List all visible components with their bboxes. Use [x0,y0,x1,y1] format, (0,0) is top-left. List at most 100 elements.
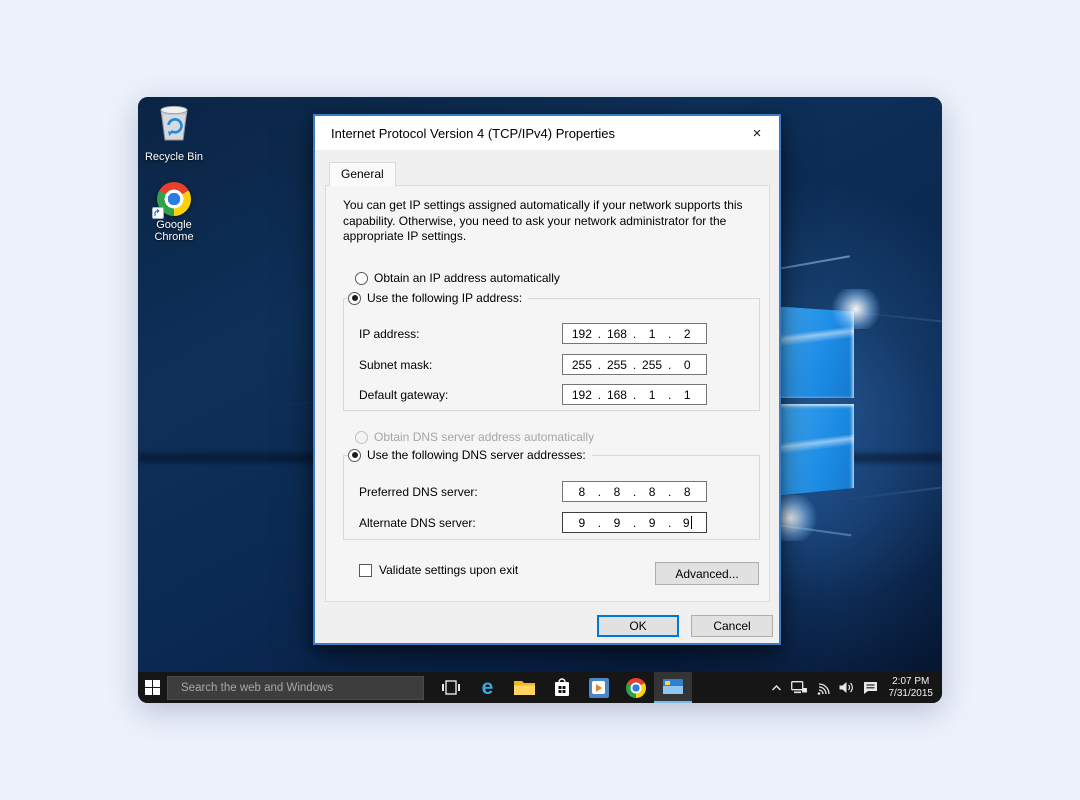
ip-octet: 8 [613,484,621,499]
default-gateway-input[interactable]: 192. 168. 1. 1 [562,384,707,405]
ip-octet: 8 [578,484,586,499]
ip-octet: 9 [648,515,656,530]
ip-octet: 2 [683,326,691,341]
field-label: IP address: [359,326,420,341]
store-button[interactable] [543,672,580,703]
close-icon: × [752,125,762,142]
subnet-mask-input[interactable]: 255. 255. 255. 0 [562,354,707,375]
desktop-icon-label: Google Chrome [154,219,194,243]
movies-tv-icon [588,677,609,698]
windows-logo-icon [145,680,160,695]
chrome-taskbar-button[interactable] [617,672,654,703]
recycle-bin-icon [142,101,206,148]
field-row: Default gateway: 192. 168. 1. 1 [359,384,707,405]
chrome-icon [625,677,646,698]
clock-time: 2:07 PM [892,676,930,687]
radio-use-ip[interactable]: Use the following IP address: [348,291,529,305]
desktop-icon-recycle-bin[interactable]: Recycle Bin [142,101,206,163]
hidden-icons-chevron[interactable] [771,683,782,693]
radio-label: Obtain DNS server address automatically [374,430,595,444]
action-center-button[interactable] [863,681,878,695]
field-label: Preferred DNS server: [359,484,478,499]
preferred-dns-input[interactable]: 8. 8. 8. 8 [562,481,707,502]
dialog-titlebar[interactable]: Internet Protocol Version 4 (TCP/IPv4) P… [315,116,779,150]
field-row: IP address: 192. 168. 1. 2 [359,323,707,344]
cancel-button[interactable]: Cancel [691,615,773,637]
dialog-title: Internet Protocol Version 4 (TCP/IPv4) P… [331,125,615,141]
tab-general[interactable]: General [329,162,396,186]
wifi-status[interactable] [816,681,830,695]
field-label: Subnet mask: [359,357,433,372]
radio-obtain-ip[interactable]: Obtain an IP address automatically [355,271,560,285]
checkbox-label: Validate settings upon exit [379,563,519,577]
radio-use-dns[interactable]: Use the following DNS server addresses: [348,448,592,462]
store-icon [554,678,569,696]
edge-icon: e [481,675,494,699]
file-explorer-button[interactable] [506,672,543,703]
ip-octet: 8 [648,484,656,499]
desktop-screen: Recycle Bin Google Chrome Internet Proto… [138,97,942,703]
radio-selected-icon [348,448,361,462]
chevron-up-icon [771,684,781,690]
field-row: Subnet mask: 255. 255. 255. 0 [359,354,707,375]
chrome-icon [152,182,191,219]
ip-octet: 1 [683,387,691,402]
volume-control[interactable] [839,681,854,694]
radio-label: Use the following IP address: [367,291,523,305]
field-row: Alternate DNS server: 9. 9. 9. 9 [359,512,707,533]
action-center-icon [863,681,877,694]
ip-address-group: Use the following IP address: IP address… [343,291,760,411]
light-beam [838,486,942,502]
ip-octet: 9 [682,515,692,530]
task-view-button[interactable] [432,672,469,703]
ip-octet: 255 [571,357,592,372]
network-window-icon [663,679,683,694]
validate-settings-checkbox[interactable]: Validate settings upon exit [359,563,518,577]
ip-octet: 255 [606,357,627,372]
ethernet-icon [790,681,807,694]
logo-corner-glow [828,289,884,329]
ip-octet: 0 [683,357,691,372]
speaker-icon [839,682,853,693]
ipv4-properties-dialog: Internet Protocol Version 4 (TCP/IPv4) P… [313,114,781,645]
taskbar-search[interactable] [167,675,424,700]
ip-octet: 8 [683,484,691,499]
movies-tv-button[interactable] [580,672,617,703]
ip-octet: 192 [571,387,592,402]
start-button[interactable] [138,672,167,703]
ip-octet: 1 [648,387,656,402]
text-caret [690,515,692,529]
general-tab-page: You can get IP settings assigned automat… [325,185,770,602]
desktop-icon-google-chrome[interactable]: Google Chrome [142,182,206,243]
checkbox-icon [359,563,372,577]
system-tray: 2:07 PM 7/31/2015 [771,672,943,703]
radio-selected-icon [348,291,361,305]
ip-octet: 168 [606,387,627,402]
ethernet-status[interactable] [790,681,807,694]
radio-circle-icon [355,271,368,285]
ip-address-input[interactable]: 192. 168. 1. 2 [562,323,707,344]
alternate-dns-input[interactable]: 9. 9. 9. 9 [562,512,707,533]
radio-disabled-icon [355,430,368,444]
advanced-button[interactable]: Advanced... [655,562,759,585]
ip-octet: 1 [648,326,656,341]
ip-octet: 9 [613,515,621,530]
field-label: Default gateway: [359,387,449,402]
radio-obtain-dns[interactable]: Obtain DNS server address automatically [355,430,594,444]
task-view-icon [441,680,460,695]
edge-button[interactable]: e [469,672,506,703]
close-button[interactable]: × [743,123,771,144]
ip-octet: 168 [606,326,627,341]
search-input[interactable] [168,681,423,694]
shortcut-arrow-icon [152,207,164,219]
taskbar-clock[interactable]: 2:07 PM 7/31/2015 [887,676,934,699]
radio-label: Use the following DNS server addresses: [367,448,586,462]
network-properties-window-button[interactable] [654,672,692,703]
ip-octet: 255 [642,357,663,372]
taskbar: e [138,672,942,703]
field-row: Preferred DNS server: 8. 8. 8. 8 [359,481,707,502]
ok-button[interactable]: OK [597,615,679,637]
file-explorer-icon [514,681,535,695]
dns-server-group: Use the following DNS server addresses: … [343,448,760,540]
ip-octet: 192 [571,326,592,341]
